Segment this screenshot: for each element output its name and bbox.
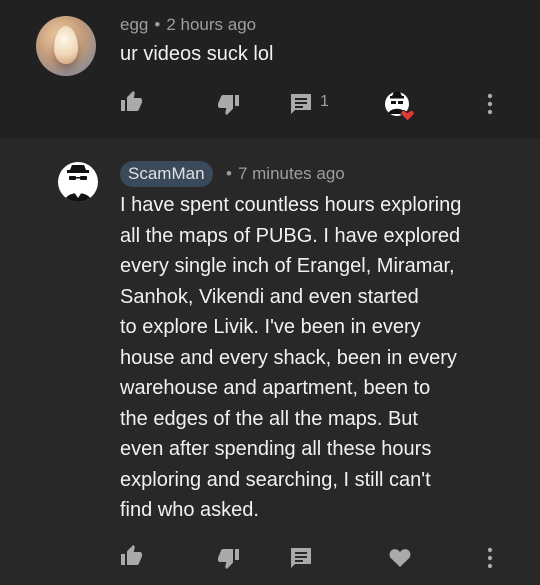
dislike-button[interactable] [216,92,240,116]
egg-image [54,26,78,64]
comment-meta: egg • 2 hours ago [120,15,256,35]
thumbs-down-icon [218,549,239,569]
comment-text-line: to explore Livik. I've been in every [120,316,421,338]
thumbs-down-icon [218,95,239,115]
thumbs-up-icon [121,545,142,565]
comment-meta: • 7 minutes ago [226,164,345,184]
like-button[interactable] [120,90,144,114]
comment-actions: 1 [0,90,540,122]
comment-thread-top: egg • 2 hours ago ur videos suck lol 1 [0,0,540,138]
comment-reply: ScamMan • 7 minutes ago I have spent coun… [0,138,540,585]
comment-text: ur videos suck lol [120,43,274,65]
comment-text-line: every single inch of Erangel, Miramar, [120,255,455,277]
spy-avatar-icon [64,165,92,202]
reply-count[interactable]: 1 [320,93,329,111]
heart-icon [389,549,411,567]
like-button[interactable] [120,544,144,568]
reply-comment-icon [291,94,311,114]
comment-text-line: find who asked. [120,499,259,521]
comments-panel: egg • 2 hours ago ur videos suck lol 1 S… [0,0,540,585]
comment-text-line: house and every shack, been in every [120,346,457,369]
meta-separator: • [226,164,232,183]
avatar[interactable] [58,162,98,202]
more-vertical-icon [487,93,493,115]
thumbs-up-icon [121,91,142,111]
heart-button[interactable] [388,545,412,569]
timestamp[interactable]: 2 hours ago [166,15,256,34]
comment-text-line: even after spending all these hours [120,438,432,460]
comment-text-line: exploring and searching, I still can't [120,468,431,491]
meta-separator: • [154,15,161,34]
comment-text-line: warehouse and apartment, been to [120,377,431,399]
more-vertical-icon [487,547,493,569]
more-options-button[interactable] [478,546,502,570]
creator-heart-badge[interactable] [384,90,416,122]
creator-heart-icon [385,92,415,122]
avatar[interactable] [36,16,96,76]
reply-comment-icon [291,548,311,568]
reply-button[interactable] [289,92,313,116]
reply-button[interactable] [289,546,313,570]
author-name-chip[interactable]: ScamMan [120,161,213,187]
comment-text: I have spent countless hours exploring a… [120,190,500,526]
dislike-button[interactable] [216,546,240,570]
author-name[interactable]: egg [120,15,148,34]
comment-text-line: all the maps of PUBG. I have explored [120,224,461,247]
comment-text-line: the edges of the all the maps. But [120,407,418,430]
timestamp[interactable]: 7 minutes ago [238,164,345,183]
comment-text-line: I have spent countless hours exploring [120,194,462,216]
comment-actions [0,544,540,570]
more-options-button[interactable] [478,92,502,116]
comment-text-line: Sanhok, Vikendi and even started [120,285,419,308]
